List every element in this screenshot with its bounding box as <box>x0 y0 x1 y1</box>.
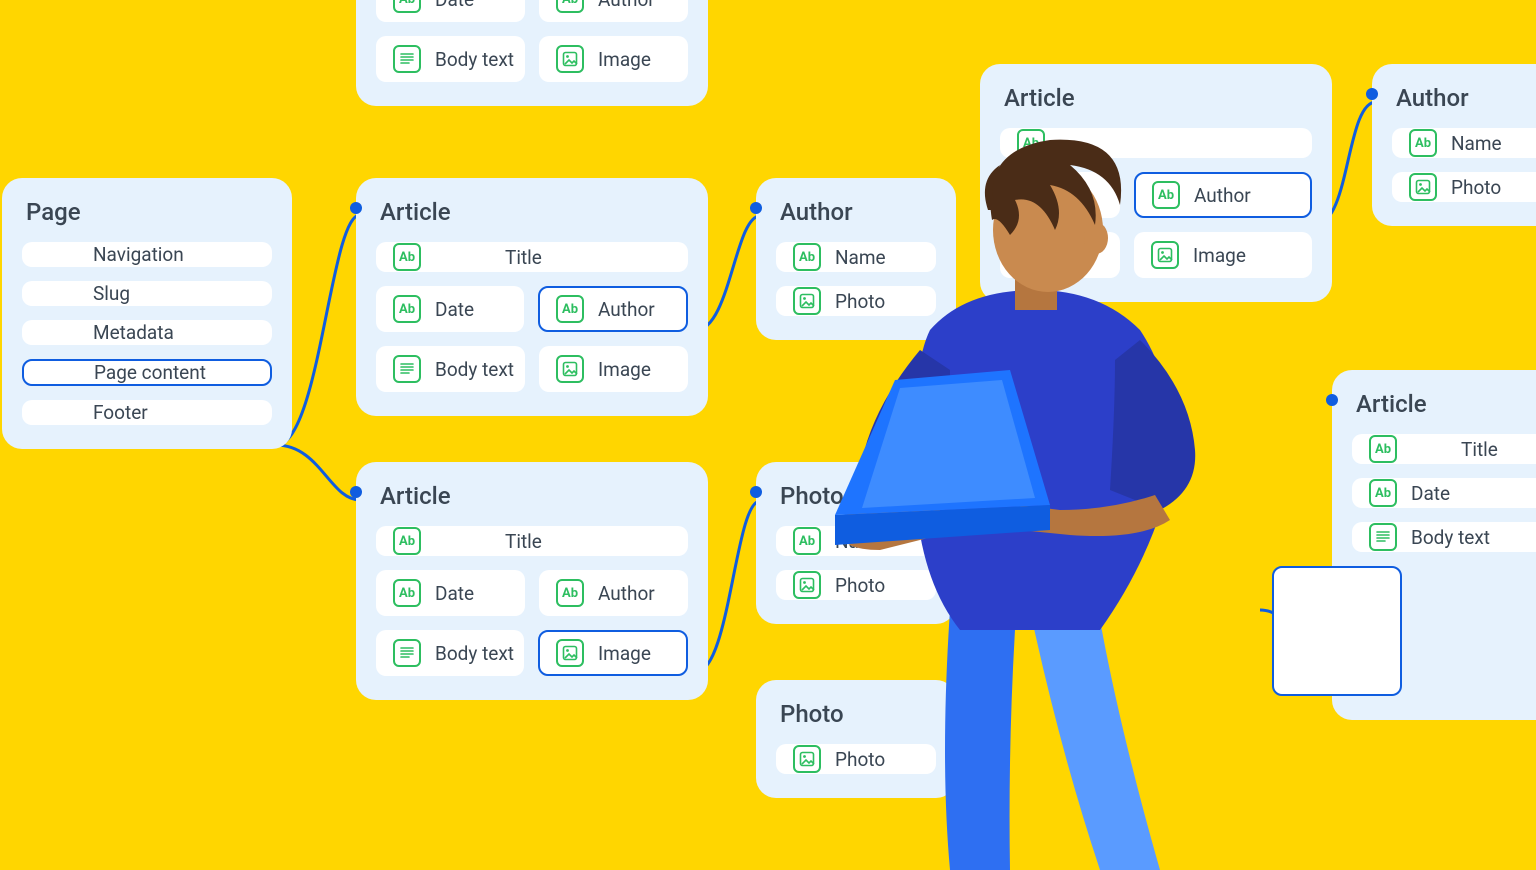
field-label: Navigation <box>93 243 184 266</box>
body-text-icon <box>393 45 421 73</box>
field-photo[interactable]: Photo <box>1392 172 1536 202</box>
connector-node-icon <box>350 486 362 498</box>
field-author[interactable]: Ab Author <box>539 0 688 22</box>
field-label: Title <box>505 530 542 553</box>
text-icon: Ab <box>393 243 421 271</box>
field-image[interactable]: Image <box>538 630 688 676</box>
person-illustration <box>800 110 1220 870</box>
field-label: Author <box>598 582 655 605</box>
image-icon <box>556 639 584 667</box>
field-page-content[interactable]: Page content <box>22 359 272 386</box>
field-image[interactable]: Image <box>539 36 688 82</box>
image-icon <box>556 355 584 383</box>
field-label: Photo <box>1451 176 1501 199</box>
text-icon: Ab <box>1369 435 1397 463</box>
body-text-icon <box>393 639 421 667</box>
field-label: Metadata <box>93 321 174 344</box>
field-name[interactable]: Ab Name <box>1392 128 1536 158</box>
field-author[interactable]: Ab Author <box>539 570 688 616</box>
field-navigation[interactable]: Navigation <box>22 242 272 267</box>
field-label: Page content <box>94 361 206 384</box>
field-label: Date <box>435 0 474 11</box>
field-label: Body text <box>435 48 514 71</box>
card-page: Page Navigation Slug Metadata Page conte… <box>2 178 292 449</box>
connector-node-icon <box>1366 88 1378 100</box>
field-label: Title <box>1461 438 1498 461</box>
field-date[interactable]: Ab Date <box>376 570 525 616</box>
image-icon <box>1409 173 1437 201</box>
field-date[interactable]: Ab Date <box>376 286 524 332</box>
field-metadata[interactable]: Metadata <box>22 320 272 345</box>
field-title[interactable]: Ab Title <box>376 526 688 556</box>
card-title: Article <box>1356 390 1536 418</box>
field-label: Author <box>598 298 655 321</box>
card-title: Author <box>1396 84 1536 112</box>
card-article-1: Article Ab Title Ab Date Ab Author Body … <box>356 178 708 416</box>
text-icon: Ab <box>1369 479 1397 507</box>
text-icon: Ab <box>393 295 421 323</box>
field-body-text[interactable]: Body text <box>1352 522 1536 552</box>
field-body-text[interactable]: Body text <box>376 36 525 82</box>
field-label: Image <box>598 642 651 665</box>
text-icon: Ab <box>556 579 584 607</box>
field-slug[interactable]: Slug <box>22 281 272 306</box>
field-title[interactable]: Ab Title <box>376 242 688 272</box>
field-selected-empty[interactable] <box>1272 566 1402 696</box>
field-label: Date <box>435 582 474 605</box>
field-label: Name <box>1451 132 1502 155</box>
body-text-icon <box>393 355 421 383</box>
field-label: Date <box>1411 482 1450 505</box>
connector-node-icon <box>350 202 362 214</box>
field-date[interactable]: Ab Date <box>376 0 525 22</box>
card-title: Article <box>380 198 688 226</box>
text-icon: Ab <box>556 295 584 323</box>
field-label: Body text <box>435 358 514 381</box>
connector-node-icon <box>1326 394 1338 406</box>
field-label: Body text <box>435 642 514 665</box>
field-label: Image <box>598 48 651 71</box>
text-icon: Ab <box>556 0 584 13</box>
field-body-text[interactable]: Body text <box>376 346 525 392</box>
field-label: Slug <box>93 282 130 305</box>
card-article-2: Article Ab Title Ab Date Ab Author Body … <box>356 462 708 700</box>
card-article-right: Article Ab Title Ab Date Body text <box>1332 370 1536 720</box>
field-label: Date <box>435 298 474 321</box>
image-icon <box>556 45 584 73</box>
field-author[interactable]: Ab Author <box>538 286 688 332</box>
field-label: Body text <box>1411 526 1490 549</box>
text-icon: Ab <box>393 579 421 607</box>
card-title: Article <box>1004 84 1312 112</box>
field-image[interactable]: Image <box>539 346 688 392</box>
field-label: Image <box>598 358 651 381</box>
text-icon: Ab <box>1409 129 1437 157</box>
body-text-icon <box>1369 523 1397 551</box>
field-date[interactable]: Ab Date <box>1352 478 1536 508</box>
field-label: Title <box>505 246 542 269</box>
card-title: Article <box>380 482 688 510</box>
card-author-right: Author Ab Name Photo <box>1372 64 1536 226</box>
text-icon: Ab <box>393 0 421 13</box>
field-label: Footer <box>93 401 148 424</box>
card-article-top: Ab Date Ab Author Body text Image <box>356 0 708 106</box>
field-footer[interactable]: Footer <box>22 400 272 425</box>
connector-node-icon <box>750 202 762 214</box>
field-body-text[interactable]: Body text <box>376 630 524 676</box>
connector-node-icon <box>750 486 762 498</box>
card-title: Page <box>26 198 272 226</box>
field-label: Author <box>598 0 655 11</box>
text-icon: Ab <box>393 527 421 555</box>
field-title[interactable]: Ab Title <box>1352 434 1536 464</box>
